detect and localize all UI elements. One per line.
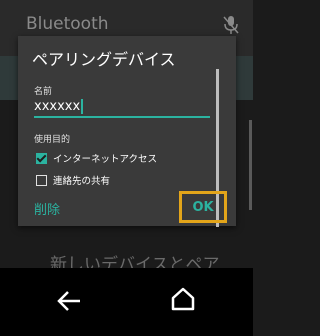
- navigation-bar: [0, 268, 253, 336]
- internet-access-option[interactable]: インターネットアクセス: [36, 150, 157, 166]
- back-icon[interactable]: [56, 290, 82, 312]
- dialog-title: ペアリングデバイス: [32, 50, 176, 69]
- internet-access-label: インターネットアクセス: [53, 154, 158, 165]
- background-scrollbar: [249, 120, 252, 210]
- home-icon[interactable]: [170, 286, 196, 312]
- contact-sharing-option[interactable]: 連絡先の共有: [36, 172, 110, 188]
- text-cursor: [81, 99, 84, 114]
- contact-sharing-label: 連絡先の共有: [53, 176, 111, 187]
- purpose-label: 使用目的: [34, 135, 71, 145]
- pairing-dialog: ペアリングデバイス 名前 xxxxxx 使用目的 インターネットアクセス 連絡先…: [18, 36, 236, 227]
- name-value: xxxxxx: [34, 99, 81, 114]
- ok-button[interactable]: OK: [179, 191, 227, 223]
- name-field[interactable]: xxxxxx: [34, 96, 210, 118]
- checkbox-unchecked-icon[interactable]: [36, 174, 47, 186]
- delete-button[interactable]: 削除: [34, 199, 60, 218]
- checkbox-checked-icon[interactable]: [36, 152, 47, 164]
- ok-label: OK: [192, 199, 214, 215]
- mic-off-icon[interactable]: [221, 14, 241, 36]
- app-title: Bluetooth: [26, 14, 109, 34]
